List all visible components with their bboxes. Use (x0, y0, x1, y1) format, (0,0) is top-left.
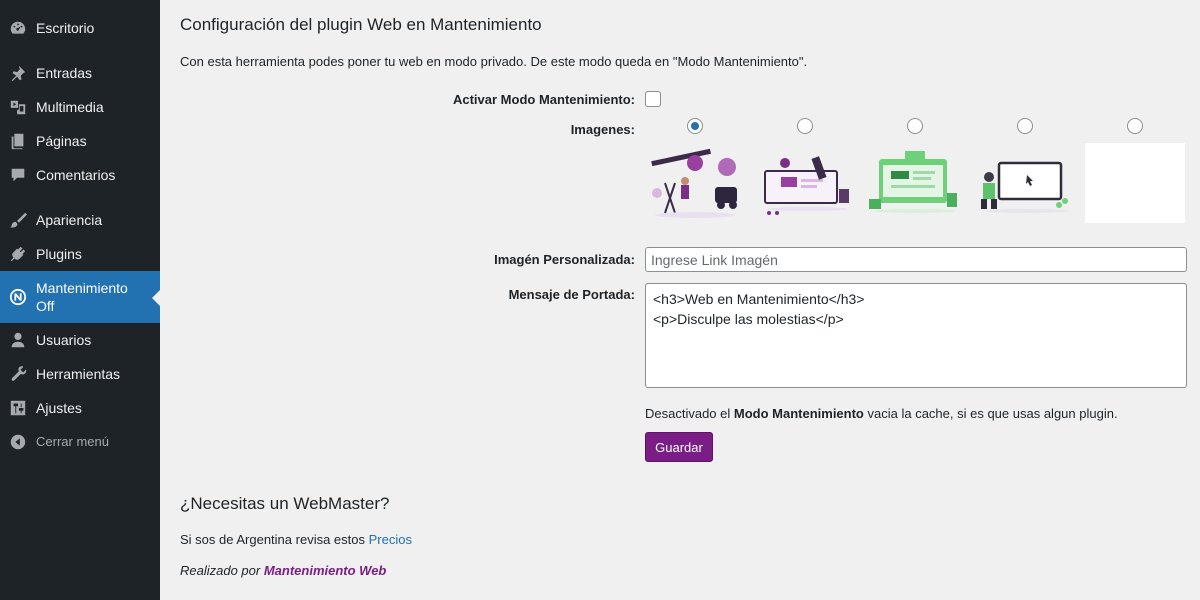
sidebar-item-paginas[interactable]: Páginas (0, 124, 160, 158)
users-icon (0, 331, 36, 349)
sidebar-item-label: Apariencia (36, 212, 103, 228)
message-textarea[interactable]: <h3>Web en Mantenimiento</h3> <p>Disculp… (645, 283, 1187, 388)
sidebar-item-label: Entradas (36, 65, 93, 81)
maintenance-illustration-3[interactable] (865, 143, 965, 223)
sidebar-item-label: Multimedia (36, 99, 104, 115)
image-radio-2[interactable] (797, 118, 813, 134)
maintenance-illustration-blank[interactable] (1085, 143, 1185, 223)
sidebar-item-label: Mantenimiento Off (36, 280, 128, 314)
sidebar-item-herramientas[interactable]: Herramientas (0, 357, 160, 391)
sidebar-item-label: Ajustes (36, 400, 82, 416)
sidebar-item-ajustes[interactable]: Ajustes (0, 391, 160, 425)
image-radio-3[interactable] (907, 118, 923, 134)
media-icon (0, 98, 36, 116)
activate-label: Activar Modo Mantenimiento: (452, 92, 635, 107)
pin-icon (0, 64, 36, 82)
sidebar-item-apariencia[interactable]: Apariencia (0, 203, 160, 237)
image-radio-1[interactable] (687, 118, 703, 134)
sidebar-item-label: Páginas (36, 133, 87, 149)
save-button[interactable]: Guardar (645, 432, 713, 462)
prices-prefix: Si sos de Argentina revisa estos (180, 532, 369, 547)
activate-maintenance-checkbox[interactable] (645, 91, 661, 107)
maintenance-icon (0, 288, 36, 306)
comments-icon (0, 166, 36, 184)
sidebar-item-plugins[interactable]: Plugins (0, 237, 160, 271)
collapse-icon (0, 433, 36, 451)
maintenance-illustration-2[interactable] (755, 143, 855, 223)
maintenance-illustration-4[interactable] (975, 143, 1075, 223)
mantenimiento-web-link[interactable]: Mantenimiento Web (264, 563, 387, 578)
custom-image-input[interactable] (645, 247, 1187, 272)
image-radio-4[interactable] (1017, 118, 1033, 134)
sidebar-item-label: Usuarios (36, 332, 92, 348)
sidebar-item-label: Plugins (36, 246, 82, 262)
sidebar-item-mantenimiento-off[interactable]: Mantenimiento Off (0, 271, 160, 323)
maintenance-illustration-1[interactable] (645, 143, 745, 223)
sidebar-collapse-button[interactable]: Cerrar menú (0, 425, 160, 459)
webmaster-heading: ¿Necesitas un WebMaster? (180, 494, 390, 513)
note-bold: Modo Mantenimiento (733, 406, 864, 421)
pages-icon (0, 132, 36, 150)
wrench-icon (0, 365, 36, 383)
settings-icon (0, 399, 36, 417)
sidebar-item-entradas[interactable]: Entradas (0, 56, 160, 90)
sidebar-item-usuarios[interactable]: Usuarios (0, 323, 160, 357)
plugin-icon (0, 245, 36, 263)
sidebar-item-label: Comentarios (36, 167, 116, 183)
message-label: Mensaje de Portada: (508, 287, 635, 302)
sidebar-item-label: Herramientas (36, 366, 121, 382)
dashboard-icon (0, 19, 36, 37)
note-suffix: vacia la cache, si es que usas algun plu… (863, 406, 1118, 421)
page-title: Configuración del plugin Web en Mantenim… (180, 15, 542, 34)
sidebar-item-multimedia[interactable]: Multimedia (0, 90, 160, 124)
sidebar-item-escritorio[interactable]: Escritorio (0, 11, 160, 45)
custom-image-label: Imagén Personalizada: (494, 252, 635, 267)
image-radio-5[interactable] (1127, 118, 1143, 134)
argentina-prices-text: Si sos de Argentina revisa estos Precios (180, 532, 412, 547)
note-prefix: Desactivado el (645, 406, 734, 421)
page-description: Con esta herramienta podes poner tu web … (180, 54, 808, 69)
brush-icon (0, 211, 36, 229)
admin-sidebar: Escritorio Entradas Multimedia Páginas C… (0, 0, 160, 600)
prices-link[interactable]: Precios (369, 532, 412, 547)
credits-prefix: Realizado por (180, 563, 264, 578)
main-content: Configuración del plugin Web en Mantenim… (160, 0, 1200, 600)
images-label: Imagenes: (570, 122, 635, 137)
sidebar-item-label: Escritorio (36, 20, 95, 36)
credits-text: Realizado por Mantenimiento Web (180, 563, 386, 578)
sidebar-item-comentarios[interactable]: Comentarios (0, 158, 160, 192)
cache-note: Desactivado el Modo Mantenimiento vacia … (645, 406, 1118, 421)
sidebar-item-label: Cerrar menú (36, 434, 109, 449)
